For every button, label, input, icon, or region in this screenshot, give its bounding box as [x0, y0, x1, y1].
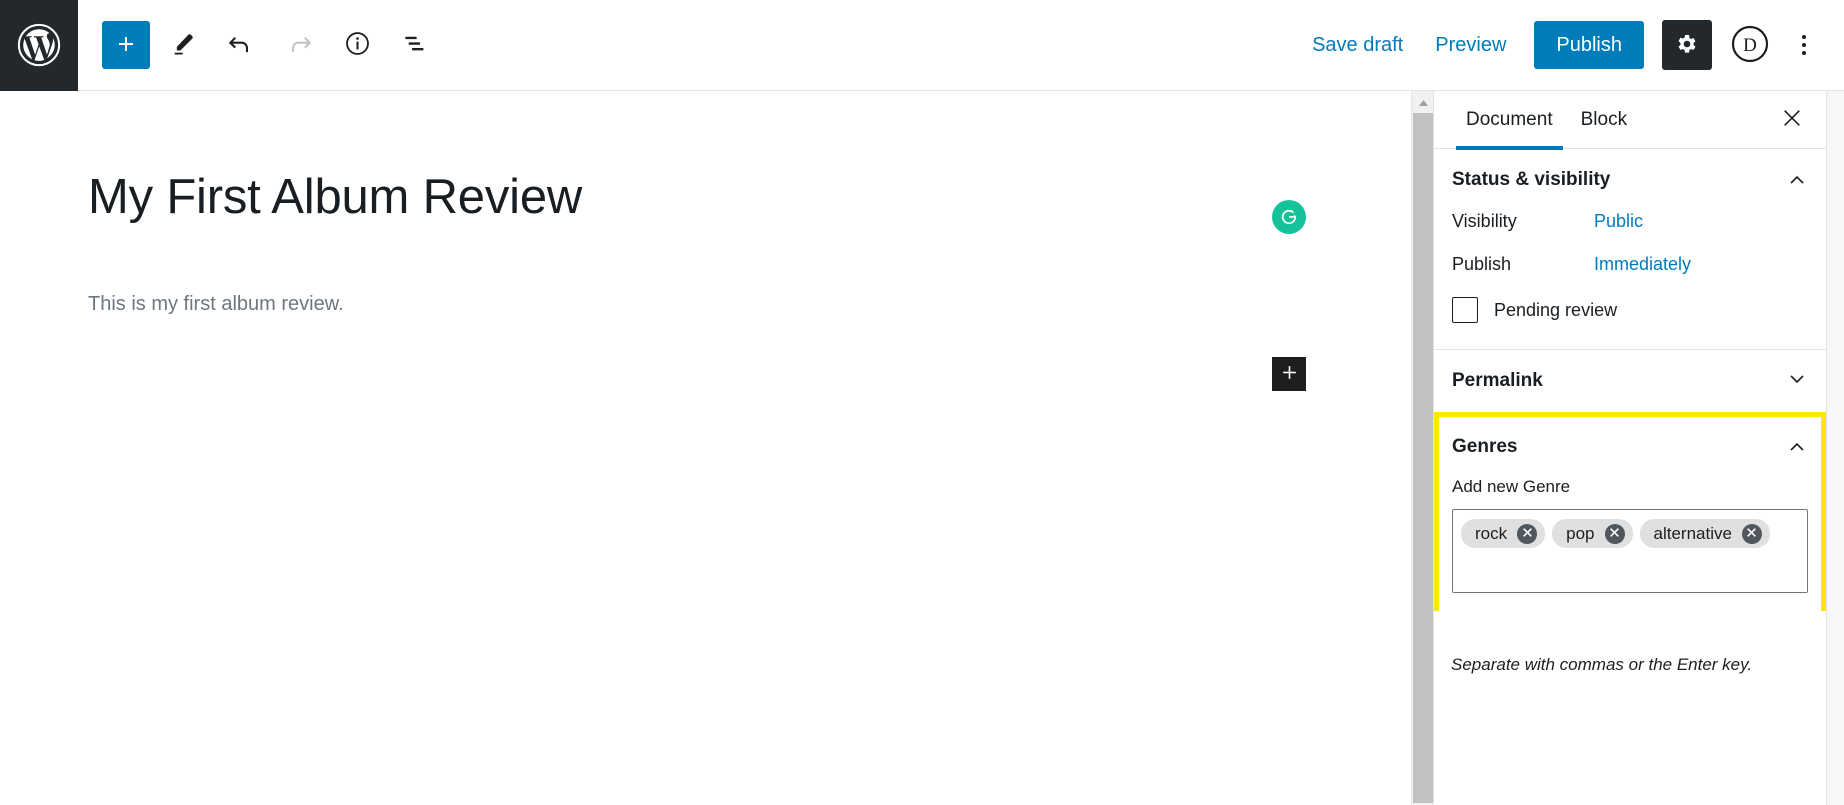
wordpress-logo-button[interactable] — [0, 0, 78, 91]
panel-title: Status & visibility — [1452, 169, 1611, 190]
genre-token-label: rock — [1475, 524, 1508, 543]
grammarly-icon[interactable] — [1272, 200, 1306, 234]
undo-button[interactable] — [216, 20, 266, 70]
redo-arrow-icon — [285, 30, 313, 61]
plus-icon — [114, 32, 138, 59]
settings-button[interactable] — [1662, 20, 1712, 70]
svg-text:D: D — [1743, 35, 1757, 56]
redo-button[interactable] — [274, 20, 324, 70]
panel-title: Genres — [1452, 436, 1518, 457]
genre-token-label: alternative — [1653, 524, 1732, 543]
remove-genre-button[interactable] — [1604, 523, 1625, 544]
chevron-down-icon — [1786, 369, 1808, 394]
editor-toolbar: Save draft Preview Publish D — [0, 0, 1844, 91]
add-new-genre-label: Add new Genre — [1452, 477, 1571, 496]
block-inserter-button[interactable] — [1272, 357, 1306, 391]
tab-document[interactable]: Document — [1452, 91, 1567, 150]
panel-permalink-header[interactable]: Permalink — [1452, 350, 1808, 412]
panel-status-visibility-body: Visibility Public Publish Immediately Pe… — [1452, 211, 1808, 349]
list-view-button[interactable] — [390, 20, 440, 70]
genre-token-input[interactable]: rock pop alternative — [1452, 509, 1808, 593]
save-draft-button[interactable]: Save draft — [1296, 24, 1419, 67]
paragraph-block[interactable]: This is my first album review. — [88, 293, 344, 316]
genre-token[interactable]: pop — [1552, 519, 1633, 548]
publish-button[interactable]: Publish — [1534, 21, 1644, 69]
panel-permalink: Permalink — [1434, 350, 1826, 413]
tab-block[interactable]: Block — [1567, 91, 1641, 149]
scroll-up-arrow-icon[interactable] — [1412, 94, 1434, 112]
list-view-icon — [402, 30, 429, 60]
editor-canvas[interactable]: My First Album Review This is my first a… — [0, 91, 1433, 805]
pencil-icon — [170, 31, 196, 60]
publish-date-value-button[interactable]: Immediately — [1594, 254, 1691, 275]
page-scrollbar[interactable] — [1826, 91, 1844, 805]
divi-avatar-icon: D — [1730, 24, 1770, 67]
info-circle-icon — [344, 30, 371, 60]
remove-x-icon — [1522, 526, 1533, 541]
pending-review-label: Pending review — [1494, 299, 1618, 320]
row-visibility: Visibility Public — [1452, 211, 1808, 232]
genre-token-label: pop — [1566, 524, 1595, 543]
chevron-up-icon — [1786, 168, 1808, 193]
pending-review-checkbox[interactable] — [1452, 297, 1478, 323]
remove-x-icon — [1609, 526, 1620, 541]
panel-genres: Genres Add new Genre rock pop alternativ… — [1434, 412, 1826, 611]
wordpress-logo-icon — [17, 23, 61, 67]
close-icon — [1781, 107, 1803, 132]
wordpress-block-editor: Save draft Preview Publish D My First Al… — [0, 0, 1844, 805]
pending-review-row[interactable]: Pending review — [1452, 297, 1808, 323]
preview-button[interactable]: Preview — [1419, 24, 1522, 67]
kebab-menu-icon — [1802, 51, 1806, 55]
panel-title: Permalink — [1452, 370, 1543, 391]
chevron-up-icon — [1786, 435, 1808, 460]
gear-icon — [1675, 32, 1699, 59]
sidebar-tab-bar: Document Block — [1434, 91, 1826, 150]
add-block-button[interactable] — [102, 21, 150, 69]
more-options-button[interactable] — [1784, 21, 1824, 69]
remove-genre-button[interactable] — [1741, 523, 1762, 544]
scrollbar-thumb[interactable] — [1413, 113, 1433, 803]
avatar[interactable]: D — [1726, 21, 1774, 69]
kebab-menu-icon — [1802, 35, 1806, 39]
kebab-menu-icon — [1802, 43, 1806, 47]
panel-genres-header[interactable]: Genres — [1452, 417, 1808, 477]
genre-token[interactable]: alternative — [1639, 519, 1770, 548]
close-sidebar-button[interactable] — [1772, 100, 1812, 140]
undo-arrow-icon — [227, 30, 255, 61]
visibility-value-button[interactable]: Public — [1594, 211, 1643, 232]
post-title[interactable]: My First Album Review — [88, 169, 582, 225]
sidebar-scrollbar[interactable] — [1411, 91, 1433, 805]
genre-help-text: Separate with commas or the Enter key. — [1451, 655, 1753, 674]
toolbar-right-group: Save draft Preview Publish D — [1296, 20, 1844, 70]
genre-token[interactable]: rock — [1461, 519, 1546, 548]
edit-mode-button[interactable] — [158, 20, 208, 70]
remove-x-icon — [1746, 526, 1757, 541]
panel-status-visibility: Status & visibility Visibility Public Pu… — [1434, 149, 1826, 350]
panel-genres-body: Add new Genre rock pop alternative — [1452, 477, 1808, 611]
settings-sidebar: Document Block Status & visibility Visib… — [1433, 91, 1826, 805]
remove-genre-button[interactable] — [1517, 523, 1538, 544]
publish-date-label: Publish — [1452, 254, 1512, 274]
content-info-button[interactable] — [332, 20, 382, 70]
panel-status-visibility-header[interactable]: Status & visibility — [1452, 149, 1808, 211]
plus-icon — [1280, 363, 1299, 385]
row-publish-date: Publish Immediately — [1452, 254, 1808, 275]
visibility-label: Visibility — [1452, 211, 1517, 231]
toolbar-left-group — [78, 20, 440, 70]
